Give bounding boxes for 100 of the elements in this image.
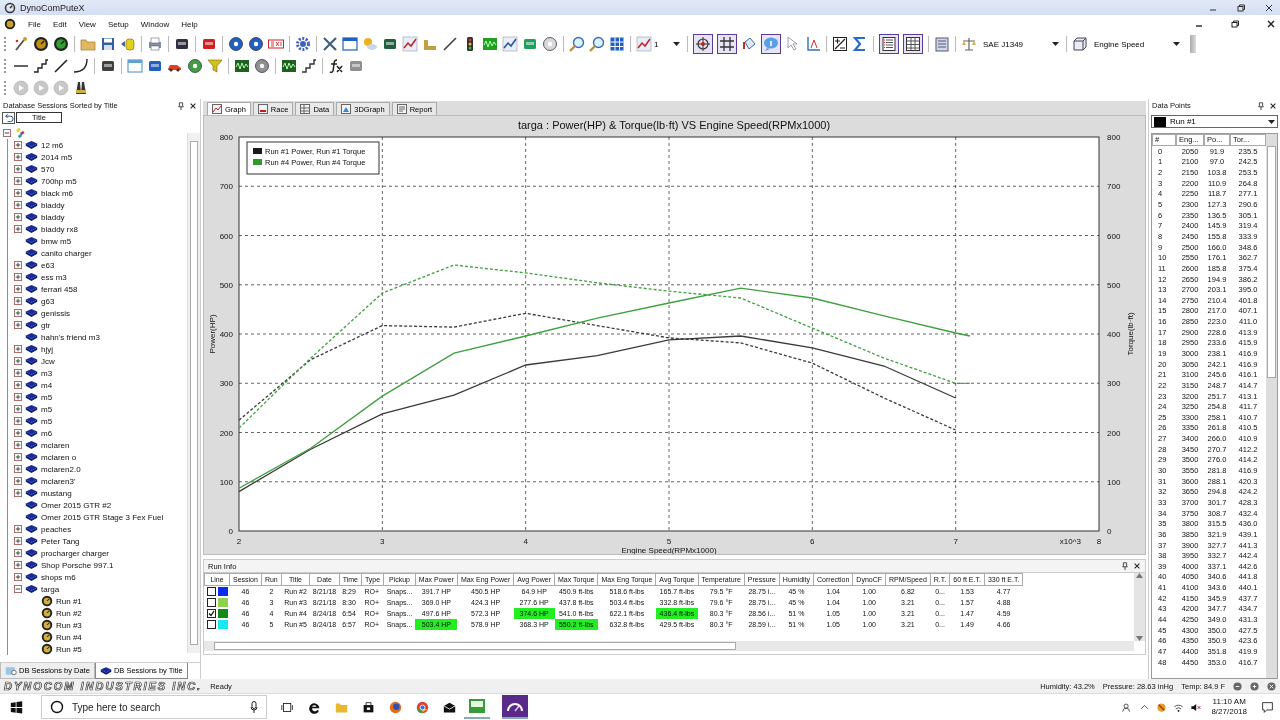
binoculars-icon[interactable] (73, 80, 89, 96)
tree-item[interactable]: gtr (41, 320, 51, 330)
checkbox[interactable] (206, 620, 216, 629)
expand-icon[interactable] (14, 309, 22, 317)
tree-item[interactable]: Peter Tang (41, 536, 80, 546)
taskbar-app[interactable] (502, 695, 528, 719)
expand-icon[interactable] (14, 213, 22, 221)
monitor-icon[interactable] (127, 58, 143, 74)
expand-icon[interactable] (14, 453, 22, 461)
checkbox[interactable] (206, 598, 216, 607)
expand-icon[interactable] (14, 537, 22, 545)
wand-icon[interactable] (13, 36, 29, 52)
expand-icon[interactable] (14, 489, 22, 497)
cone-icon[interactable] (341, 104, 352, 114)
tree-item[interactable]: g63 (41, 296, 55, 306)
status-icon[interactable] (1233, 681, 1242, 691)
caret-icon[interactable] (1268, 119, 1275, 124)
tree-item[interactable]: 570 (41, 164, 55, 174)
chart-icon[interactable] (402, 36, 418, 52)
x-axis-dropdown[interactable]: Engine Speed (1092, 36, 1182, 52)
start-icon[interactable] (10, 700, 23, 714)
correction-dropdown[interactable]: SAE J1349 (981, 36, 1061, 52)
pen-icon[interactable] (442, 36, 458, 52)
tree-item[interactable]: m5 (41, 392, 53, 402)
expand-icon[interactable] (14, 297, 22, 305)
flag-icon[interactable] (257, 104, 268, 114)
clock-time[interactable]: 11:10 AM (1212, 697, 1246, 707)
microphone-icon[interactable] (250, 701, 258, 713)
expand-icon[interactable] (14, 417, 22, 425)
chart-icon[interactable] (502, 36, 518, 52)
tree-item[interactable]: Run #5 (56, 644, 82, 654)
scrollbar[interactable] (204, 641, 1134, 651)
scope-icon[interactable] (234, 58, 250, 74)
caret-icon[interactable] (1173, 42, 1180, 46)
expand-icon[interactable] (14, 345, 22, 353)
close-icon[interactable] (1266, 19, 1276, 29)
mail-icon[interactable] (443, 700, 456, 714)
expand-icon[interactable] (14, 357, 22, 365)
expand-icon[interactable] (14, 321, 22, 329)
tree-item[interactable]: ferrari 458 (41, 284, 78, 294)
steps-icon[interactable] (33, 58, 49, 74)
window-icon[interactable] (342, 36, 358, 52)
undo-icon[interactable] (2, 111, 15, 124)
expand-icon[interactable] (14, 153, 22, 161)
scroll-down-icon[interactable] (1136, 636, 1143, 641)
tree-item[interactable]: mclaren o (41, 452, 77, 462)
gauge-icon[interactable] (53, 36, 69, 52)
zoom-in-icon[interactable] (569, 36, 585, 52)
browser-icon[interactable] (308, 700, 321, 714)
funnel-icon[interactable] (207, 58, 223, 74)
caret-icon[interactable] (1052, 42, 1059, 46)
tree-item[interactable]: Run #2 (56, 608, 82, 618)
menu-item[interactable]: View (78, 18, 96, 30)
gear-icon[interactable] (295, 36, 311, 52)
menu-item[interactable]: Setup (107, 18, 129, 30)
expand-icon[interactable] (14, 285, 22, 293)
step-icon[interactable] (301, 58, 317, 74)
tree-item[interactable]: Shop Porsche 997.1 (41, 560, 114, 570)
tree-item[interactable]: Run #3 (56, 620, 82, 630)
tree-item[interactable]: Jcw (41, 356, 55, 366)
status-icon[interactable] (1267, 681, 1276, 691)
function-icon[interactable] (328, 58, 344, 74)
scrollbar[interactable] (187, 133, 200, 653)
fox-browser-icon[interactable] (389, 700, 402, 714)
curve-icon[interactable] (73, 58, 89, 74)
expand-icon[interactable] (14, 189, 22, 197)
restore-icon[interactable] (1236, 2, 1246, 13)
dial-icon[interactable] (254, 58, 270, 74)
close-icon[interactable] (1133, 562, 1141, 570)
run-dropdown[interactable]: Run #1 (1151, 115, 1278, 128)
status-icon[interactable] (1250, 681, 1259, 691)
close-icon[interactable] (189, 101, 197, 110)
tree-item[interactable]: m5 (41, 404, 53, 414)
tree-item[interactable]: 2014 m5 (41, 152, 73, 162)
tree-item[interactable]: Omer 2015 GTR Stage 3 Fex Fuel (41, 512, 164, 522)
zoom-out-icon[interactable] (589, 36, 605, 52)
tree-item[interactable]: hahn's friend m3 (41, 332, 100, 342)
expand-icon[interactable] (14, 141, 22, 149)
printer-icon[interactable] (147, 36, 163, 52)
notification-icon[interactable] (1261, 700, 1274, 714)
tree-item[interactable]: genissis (41, 308, 70, 318)
search-box[interactable]: Type here to search (41, 695, 267, 719)
tree-item[interactable]: m3 (41, 368, 53, 378)
gauge-icon[interactable] (4, 18, 16, 30)
tree-item[interactable]: m4 (41, 380, 53, 390)
expand-icon[interactable] (14, 561, 22, 569)
chrome-browser-icon[interactable] (416, 700, 429, 714)
checkbox[interactable] (206, 587, 216, 596)
expand-icon[interactable] (14, 525, 22, 533)
cube-icon[interactable] (1072, 36, 1088, 52)
pin-icon[interactable] (1257, 101, 1265, 110)
diagonal-icon[interactable] (53, 58, 69, 74)
caret-icon[interactable] (673, 42, 680, 46)
menu-item[interactable]: Help (181, 18, 198, 30)
expand-icon[interactable] (14, 477, 22, 485)
tree-item[interactable]: ess m3 (41, 272, 67, 282)
clock-date[interactable]: 8/27/2018 (1211, 707, 1247, 717)
tree-item[interactable]: bladdy rx8 (41, 224, 78, 234)
close-icon[interactable] (1264, 2, 1274, 13)
calendar-icon[interactable] (5, 665, 17, 676)
